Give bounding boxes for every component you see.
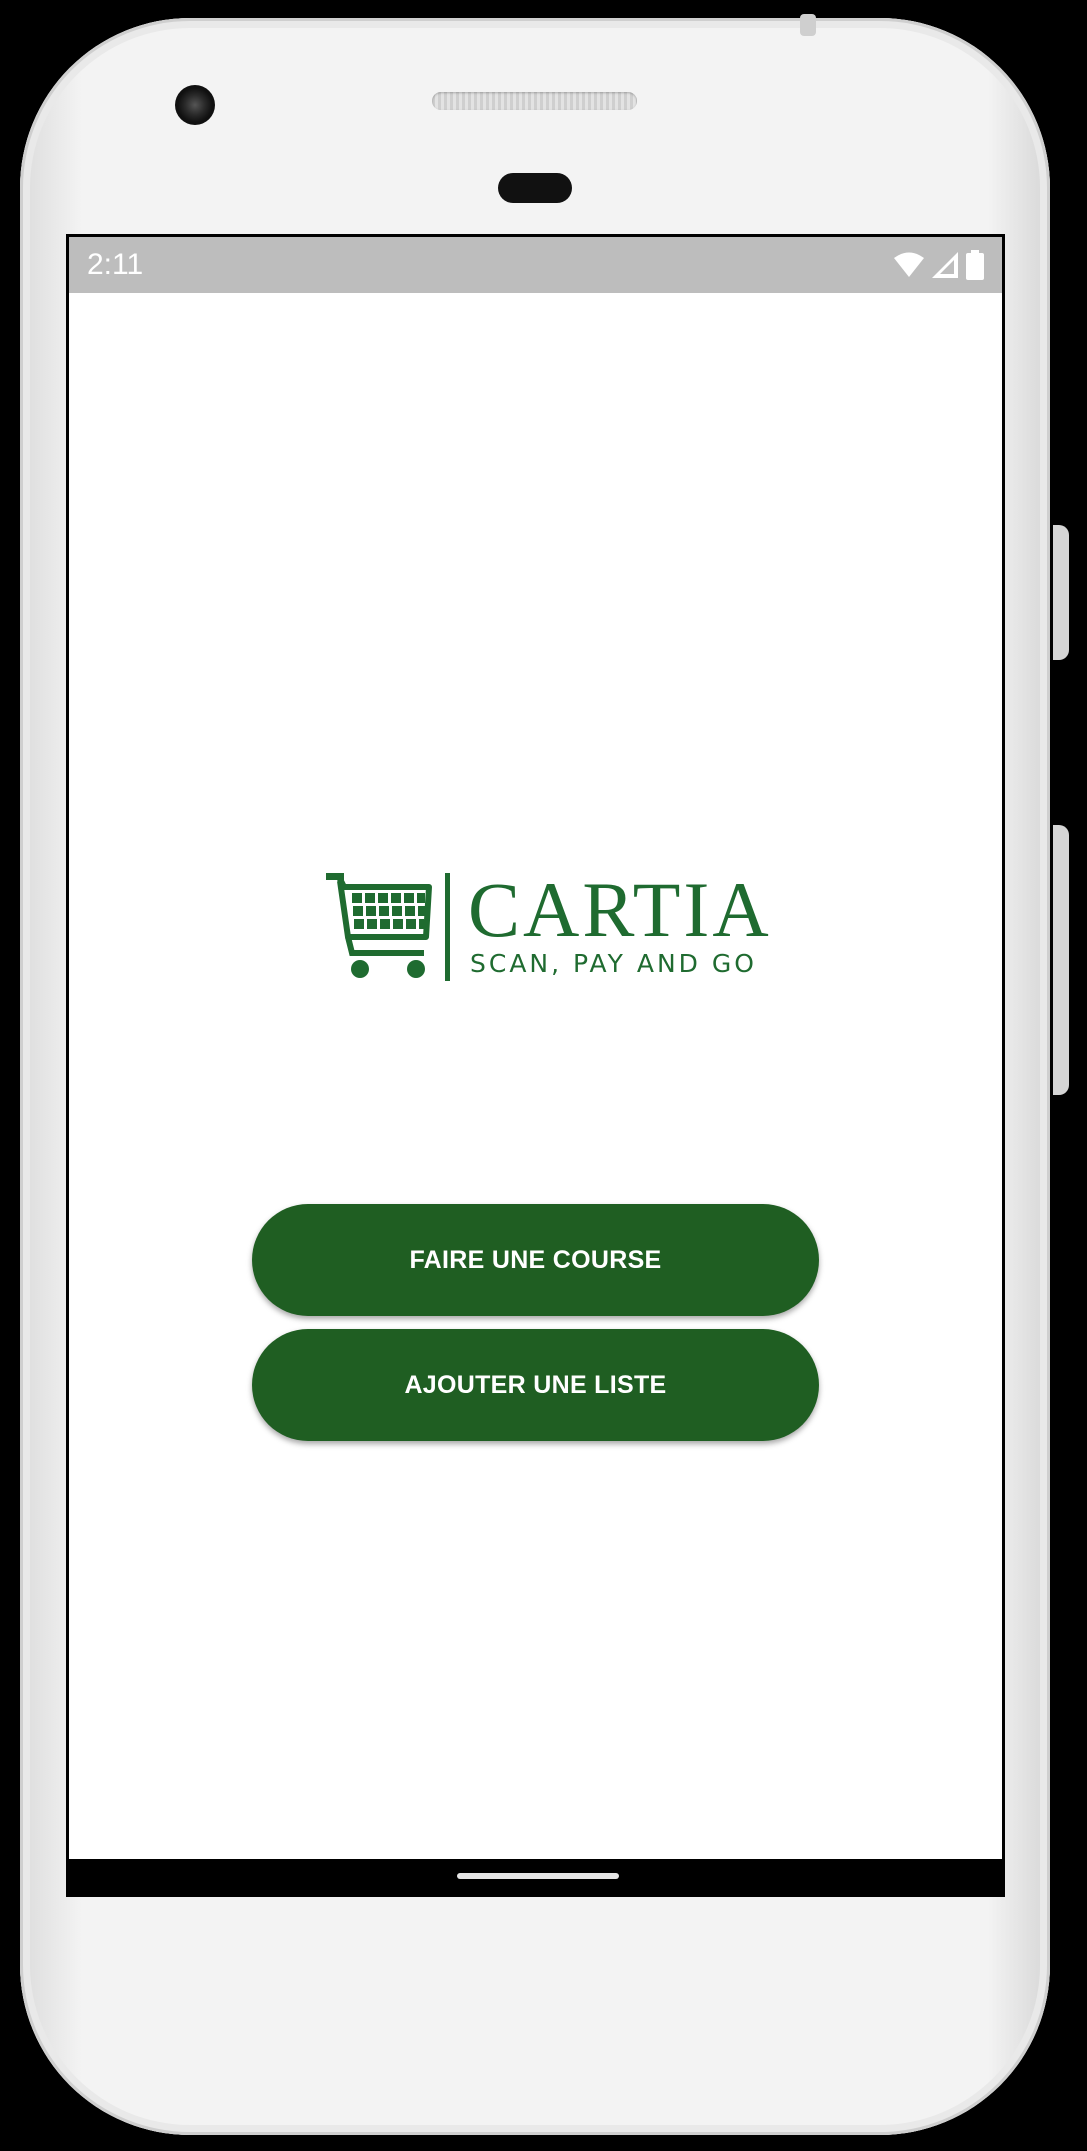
app-content: CARTIA SCAN, PAY AND GO FAIRE UNE COURSE… bbox=[69, 293, 1002, 1859]
status-bar: 2:11 bbox=[69, 237, 1002, 293]
front-camera-icon bbox=[175, 85, 215, 125]
proximity-sensor bbox=[498, 173, 572, 203]
battery-icon bbox=[966, 250, 984, 280]
add-list-button[interactable]: AJOUTER UNE LISTE bbox=[252, 1329, 819, 1441]
cartia-logo: CARTIA SCAN, PAY AND GO bbox=[326, 866, 769, 993]
shopping-cart-icon bbox=[326, 873, 432, 978]
brand-tagline: SCAN, PAY AND GO bbox=[470, 949, 757, 978]
phone-top-button bbox=[800, 14, 816, 36]
status-time: 2:11 bbox=[87, 248, 144, 281]
navigation-bar bbox=[69, 1859, 1002, 1894]
phone-screen: 2:11 CARTIA SCAN, PAY AND GO FAIRE UNE C… bbox=[66, 234, 1005, 1897]
logo-divider bbox=[445, 873, 450, 981]
status-icons bbox=[894, 250, 984, 280]
brand-title: CARTIA bbox=[468, 866, 772, 953]
power-button bbox=[1053, 525, 1069, 660]
cellular-signal-icon bbox=[932, 252, 958, 278]
volume-rocker bbox=[1053, 825, 1069, 1095]
home-gesture-handle[interactable] bbox=[457, 1873, 619, 1879]
wifi-icon bbox=[894, 252, 924, 277]
start-shopping-button[interactable]: FAIRE UNE COURSE bbox=[252, 1204, 819, 1316]
earpiece-speaker bbox=[432, 92, 637, 110]
